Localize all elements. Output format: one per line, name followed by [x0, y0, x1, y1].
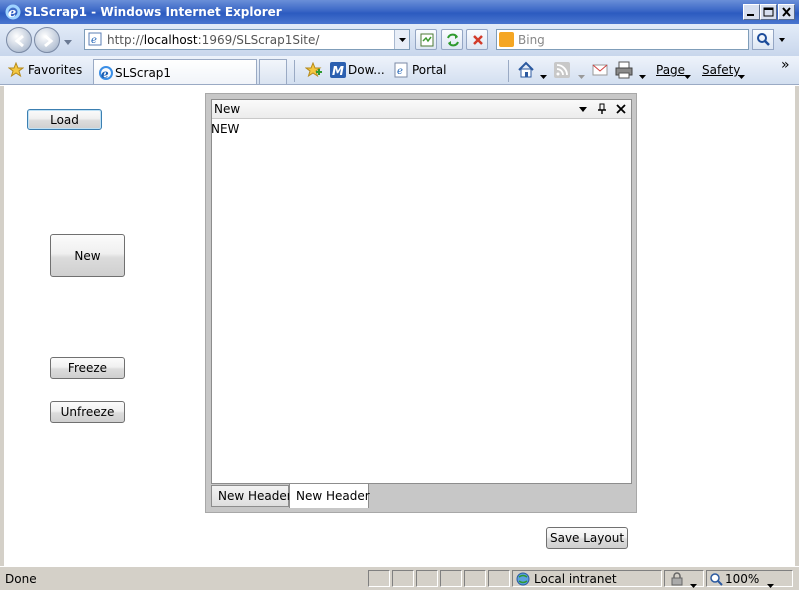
favorites-star-icon — [7, 61, 25, 81]
window-title-bar[interactable]: e SLScrap1 - Windows Internet Explorer — [0, 0, 799, 24]
load-button[interactable]: Load — [27, 109, 102, 130]
dock-tab-2-selected[interactable]: New Header — [289, 483, 370, 508]
freeze-button[interactable]: Freeze — [50, 357, 125, 379]
unfreeze-button[interactable]: Unfreeze — [50, 401, 125, 423]
minimize-button[interactable] — [743, 4, 760, 20]
home-icon[interactable] — [517, 61, 535, 82]
window-title: SLScrap1 - Windows Internet Explorer — [24, 5, 282, 19]
protected-mode-dropdown-icon[interactable] — [690, 577, 697, 591]
safety-menu[interactable]: Safety — [702, 63, 740, 77]
address-bar[interactable]: e http://localhost:1969/SLScrap1Site/ — [84, 29, 410, 50]
favorite-link-portal[interactable]: Portal — [412, 63, 446, 77]
tab-ie-icon: e — [98, 65, 114, 84]
stop-icon[interactable] — [466, 29, 488, 50]
new-button[interactable]: New — [50, 234, 125, 277]
portal-page-icon: e — [394, 62, 408, 81]
separator — [508, 60, 509, 82]
compatibility-view-icon[interactable] — [415, 29, 437, 50]
page-icon: e — [88, 32, 102, 46]
print-dropdown-icon[interactable] — [639, 68, 646, 82]
more-commands-chevron-icon[interactable]: » — [781, 57, 790, 73]
search-box[interactable]: Bing — [496, 29, 749, 50]
dock-pane-title: New — [214, 102, 241, 116]
print-icon[interactable] — [615, 61, 633, 82]
protected-mode-pane[interactable] — [664, 570, 704, 589]
status-pane — [464, 570, 486, 587]
page-menu[interactable]: Page — [656, 63, 685, 77]
maximize-button[interactable] — [760, 4, 777, 20]
close-pane-icon[interactable] — [615, 103, 627, 115]
forward-button[interactable] — [34, 27, 60, 53]
browser-tab-active[interactable]: e SLScrap1 — [93, 59, 257, 84]
address-dropdown-icon[interactable] — [394, 30, 409, 49]
tab-label: SLScrap1 — [115, 66, 172, 80]
ie-logo-icon: e — [5, 4, 21, 21]
dock-pane-content[interactable] — [211, 99, 632, 484]
separator — [294, 60, 295, 82]
zoom-dropdown-icon[interactable] — [767, 577, 774, 591]
feeds-dropdown-icon[interactable] — [578, 68, 585, 82]
refresh-icon[interactable] — [441, 29, 463, 50]
new-tab-button[interactable] — [259, 59, 287, 84]
svg-text:e: e — [397, 66, 403, 77]
svg-text:e: e — [8, 6, 16, 20]
add-to-favorites-icon[interactable] — [304, 61, 323, 81]
suggested-sites-icon: M — [330, 62, 346, 81]
pin-icon[interactable] — [596, 103, 608, 115]
save-layout-button[interactable]: Save Layout — [546, 527, 628, 549]
favorites-bar: Favorites e SLScrap1 M Dow... e Portal P… — [0, 56, 799, 85]
dock-tab-1[interactable]: New Header — [211, 485, 292, 507]
zoom-pane[interactable]: 100% — [706, 570, 793, 589]
home-dropdown-icon[interactable] — [540, 68, 547, 82]
status-pane — [440, 570, 462, 587]
safety-menu-dropdown-icon[interactable] — [738, 68, 745, 82]
svg-text:e: e — [101, 67, 109, 81]
search-placeholder: Bing — [518, 33, 545, 47]
dock-pane-header[interactable]: New — [212, 100, 631, 119]
pane-content-text: NEW — [211, 122, 240, 136]
feeds-icon[interactable] — [554, 62, 570, 81]
back-button[interactable] — [6, 27, 32, 53]
address-toolbar: e http://localhost:1969/SLScrap1Site/ Bi… — [0, 24, 799, 56]
search-options-dropdown-icon[interactable] — [776, 29, 788, 50]
status-pane — [416, 570, 438, 587]
security-zone-pane[interactable]: Local intranet — [512, 570, 662, 587]
status-pane — [488, 570, 510, 587]
read-mail-icon[interactable] — [592, 63, 608, 80]
status-pane — [368, 570, 390, 587]
svg-text:e: e — [91, 35, 97, 46]
page-menu-dropdown-icon[interactable] — [684, 68, 691, 82]
history-dropdown-icon[interactable] — [64, 35, 72, 49]
zoom-level: 100% — [725, 572, 760, 586]
status-text: Done — [5, 572, 37, 586]
status-bar: Done Local intranet 100% — [0, 566, 799, 590]
intranet-globe-icon — [515, 571, 531, 590]
favorite-link-downloads[interactable]: Dow... — [348, 63, 385, 77]
favorites-button[interactable]: Favorites — [28, 63, 82, 77]
address-url: http://localhost:1969/SLScrap1Site/ — [107, 33, 320, 47]
status-pane — [392, 570, 414, 587]
svg-text:M: M — [332, 64, 344, 78]
pane-menu-dropdown-icon[interactable] — [577, 103, 589, 115]
protected-mode-icon — [670, 572, 684, 589]
zone-label: Local intranet — [534, 572, 617, 586]
bing-logo-icon — [499, 32, 514, 47]
zoom-icon — [709, 572, 723, 589]
close-window-button[interactable] — [778, 4, 795, 20]
search-button[interactable] — [752, 29, 774, 50]
